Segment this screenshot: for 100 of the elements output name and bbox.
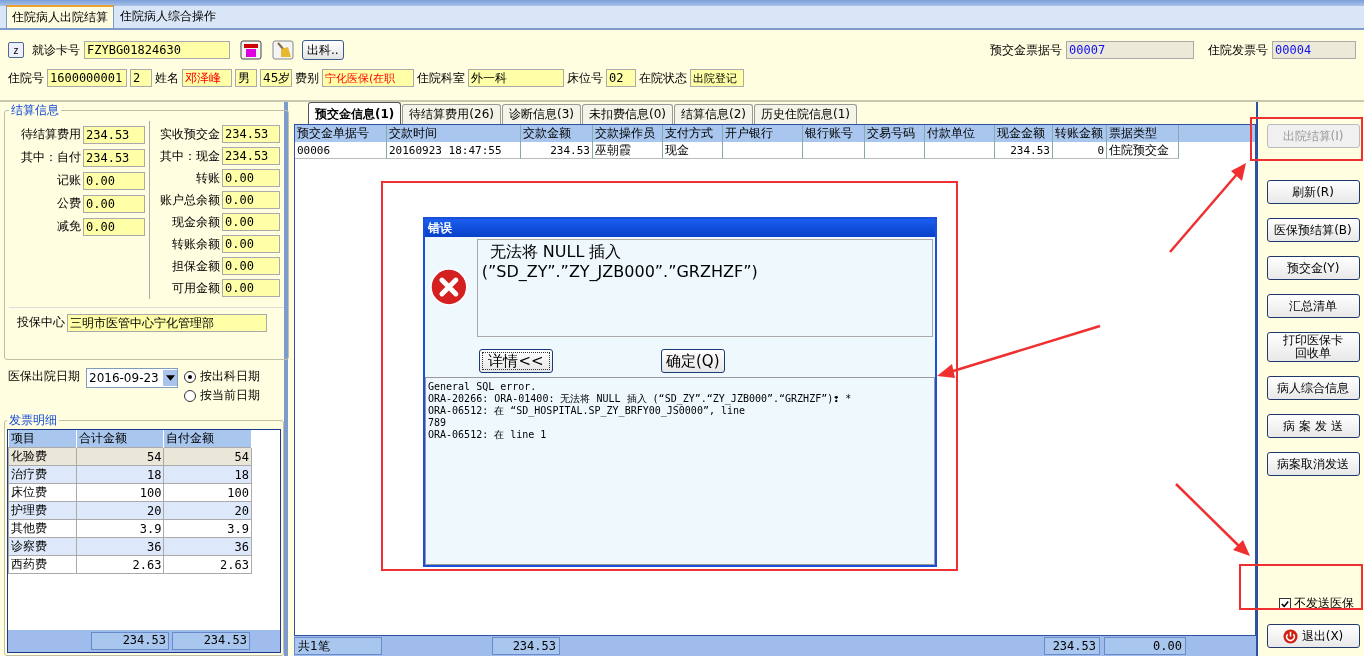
- column-header[interactable]: 付款单位: [925, 125, 995, 142]
- total-cell: 0.00: [1104, 637, 1186, 655]
- action-button[interactable]: 预交金(Y): [1266, 256, 1360, 280]
- dropdown-arrow-icon[interactable]: [165, 375, 175, 381]
- table-cell: 234.53: [521, 142, 593, 159]
- field-label: 其中：现金: [160, 147, 220, 165]
- column-header[interactable]: 转账金额: [1053, 125, 1107, 142]
- action-button[interactable]: 汇总清单: [1266, 294, 1360, 318]
- column-header[interactable]: 现金金额: [995, 125, 1053, 142]
- detail-tab[interactable]: 诊断信息(3): [501, 104, 581, 124]
- detail-tab[interactable]: 历史住院信息(1): [753, 104, 857, 124]
- column-header[interactable]: 交款操作员: [593, 125, 663, 142]
- table-cell: 巫朝霞: [593, 142, 663, 159]
- patient-field[interactable]: 邓泽峰: [182, 69, 232, 87]
- column-header[interactable]: 交款时间: [387, 125, 521, 142]
- field-label: 记账: [57, 172, 81, 189]
- column-header[interactable]: 交款金额: [521, 125, 593, 142]
- field-label: 住院科室: [417, 69, 465, 87]
- field-label: 实收预交金: [160, 125, 220, 143]
- action-button[interactable]: 医保预结算(B): [1266, 218, 1360, 242]
- amount-field[interactable]: 0.00: [222, 191, 280, 209]
- patient-field[interactable]: 2: [130, 69, 152, 87]
- column-header[interactable]: 支付方式: [663, 125, 723, 142]
- details-button[interactable]: 详情<<: [479, 349, 553, 373]
- field-label: 医保出院日期: [8, 368, 80, 385]
- column-header[interactable]: 预交金单据号: [295, 125, 387, 142]
- receipt-field[interactable]: 00007: [1066, 41, 1194, 59]
- field-label: 转账余额: [172, 235, 220, 253]
- z-button[interactable]: z: [8, 42, 24, 58]
- field-label: 减免: [57, 218, 81, 235]
- field-label: 担保金额: [172, 257, 220, 275]
- card-reader-icon[interactable]: [240, 40, 262, 60]
- amount-field[interactable]: 234.53: [222, 125, 280, 143]
- action-button[interactable]: 刷新(R): [1266, 180, 1360, 204]
- column-header[interactable]: 自付金额: [163, 430, 252, 448]
- field-label: 姓名: [155, 69, 179, 87]
- discharge-button[interactable]: 出科..: [302, 40, 344, 60]
- column-header[interactable]: 合计金额: [76, 430, 164, 448]
- patient-field[interactable]: 外一科: [468, 69, 564, 87]
- page-tab[interactable]: 住院病人出院结算: [6, 5, 114, 28]
- amount-field[interactable]: 234.53: [83, 148, 145, 167]
- column-header[interactable]: 票据类型: [1107, 125, 1179, 142]
- amount-field[interactable]: 0.00: [222, 169, 280, 187]
- radio-option[interactable]: 按出科日期: [184, 368, 260, 385]
- page-tab[interactable]: 住院病人综合操作: [114, 5, 222, 28]
- detail-tab[interactable]: 未扣费信息(0): [581, 104, 673, 124]
- exit-button[interactable]: 退出(X): [1266, 624, 1360, 648]
- field-label: 可用金额: [172, 279, 220, 297]
- table-cell: 化验费: [8, 447, 77, 466]
- patient-field[interactable]: 出院登记: [690, 69, 744, 87]
- amount-field[interactable]: 0.00: [222, 279, 280, 297]
- patient-field[interactable]: 45岁: [260, 69, 292, 87]
- card-field[interactable]: FZYBG01824630: [84, 41, 230, 59]
- checkmark-icon: [1280, 599, 1289, 608]
- column-header[interactable]: 银行账号: [803, 125, 865, 142]
- power-icon: [1282, 628, 1298, 644]
- detail-tab[interactable]: 待结算费用(26): [402, 104, 501, 124]
- date-picker[interactable]: 2016-09-23: [86, 368, 178, 388]
- amount-field[interactable]: 234.53: [83, 125, 145, 144]
- amount-field[interactable]: 0.00: [222, 213, 280, 231]
- field-label: 待结算费用: [21, 126, 81, 143]
- receipt-label: 预交金票据号: [990, 41, 1062, 59]
- patient-field[interactable]: 男: [235, 69, 257, 87]
- field-label: 投保中心: [17, 314, 65, 331]
- no-insurance-checkbox[interactable]: 不发送医保: [1278, 595, 1354, 612]
- action-button[interactable]: 病人综合信息: [1266, 376, 1360, 400]
- amount-field[interactable]: 0.00: [222, 235, 280, 253]
- field-label: 转账: [196, 169, 220, 187]
- field-label: 费别: [295, 69, 319, 87]
- column-header[interactable]: 项目: [8, 430, 77, 448]
- column-header[interactable]: 交易号码: [865, 125, 925, 142]
- total-cell: 234.53: [91, 632, 169, 650]
- table-cell: 54: [76, 447, 164, 466]
- field-label: 公费: [57, 195, 81, 212]
- action-button[interactable]: 病案取消发送: [1266, 452, 1360, 476]
- invoice-field[interactable]: 00004: [1272, 41, 1356, 59]
- patient-field[interactable]: 1600000001: [47, 69, 127, 87]
- amount-field[interactable]: 234.53: [222, 147, 280, 165]
- detail-tab[interactable]: 结算信息(2): [673, 104, 753, 124]
- detail-tab[interactable]: 预交金信息(1): [308, 102, 402, 124]
- action-button[interactable]: 病 案 发 送: [1266, 414, 1360, 438]
- amount-field[interactable]: 0.00: [222, 257, 280, 275]
- card-label: 就诊卡号: [32, 41, 80, 59]
- amount-field[interactable]: 0.00: [83, 171, 145, 190]
- amount-field[interactable]: 0.00: [83, 194, 145, 213]
- table-cell: [865, 142, 925, 159]
- amount-field[interactable]: 0.00: [83, 217, 145, 236]
- patient-field[interactable]: 宁化医保(在职: [322, 69, 414, 87]
- patient-field[interactable]: 02: [606, 69, 636, 87]
- field-label: 账户总余额: [160, 191, 220, 209]
- insurance-center-field[interactable]: 三明市医管中心宁化管理部: [67, 314, 267, 332]
- column-header[interactable]: 开户银行: [723, 125, 803, 142]
- ok-button[interactable]: 确定(Q): [661, 349, 725, 373]
- dialog-title: 错误: [425, 219, 935, 237]
- table-cell: [925, 142, 995, 159]
- broom-icon[interactable]: [272, 40, 294, 60]
- invoice-label: 住院发票号: [1208, 41, 1268, 59]
- group-title: 结算信息: [10, 102, 60, 119]
- radio-option[interactable]: 按当前日期: [184, 387, 260, 404]
- action-button[interactable]: 打印医保卡回收单: [1266, 332, 1360, 362]
